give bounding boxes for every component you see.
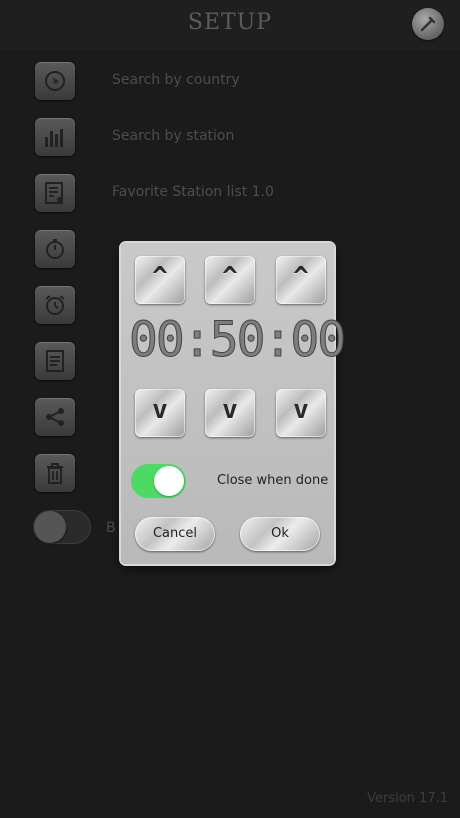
chevron-up-icon: ^ <box>293 262 309 292</box>
background-play-label: B <box>106 520 116 536</box>
ok-button-label: Ok <box>271 526 289 541</box>
menu-item-search-country[interactable]: Search by country <box>0 52 460 108</box>
document-icon <box>35 342 75 380</box>
seconds-down-button[interactable]: v <box>276 389 326 437</box>
chevron-up-icon: ^ <box>152 262 168 292</box>
ok-button[interactable]: Ok <box>240 517 320 551</box>
minutes-up-button[interactable]: ^ <box>205 256 255 304</box>
timer-icon <box>35 230 75 268</box>
globe-icon <box>35 62 75 100</box>
menu-item-search-station[interactable]: Search by station <box>0 108 460 164</box>
menu-item-label: Search by country <box>112 72 240 88</box>
background-play-toggle[interactable] <box>33 510 91 544</box>
chevron-down-icon: v <box>293 395 309 425</box>
menu-item-label: Favorite Station list 1.0 <box>112 184 274 200</box>
alarm-clock-icon <box>35 286 75 324</box>
close-when-done-label: Close when done <box>217 473 329 488</box>
cancel-button[interactable]: Cancel <box>135 517 215 551</box>
wrench-icon <box>420 16 436 32</box>
chevron-down-icon: v <box>222 395 238 425</box>
header-bar: SETUP <box>0 0 460 50</box>
settings-button[interactable] <box>412 8 444 40</box>
cancel-button-label: Cancel <box>152 526 198 541</box>
share-icon <box>35 398 75 436</box>
close-when-done-toggle[interactable] <box>131 464 186 498</box>
playlist-icon <box>35 174 75 212</box>
seconds-up-button[interactable]: ^ <box>276 256 326 304</box>
chevron-down-icon: v <box>152 395 168 425</box>
trash-icon <box>35 454 75 492</box>
equalizer-icon <box>35 118 75 156</box>
version-label: Version 17.1 <box>367 791 448 806</box>
hours-down-button[interactable]: v <box>135 389 185 437</box>
page-title: SETUP <box>187 10 273 35</box>
chevron-up-icon: ^ <box>222 262 238 292</box>
toggle-knob <box>34 511 66 543</box>
timer-display: 00:50:00 <box>129 312 347 368</box>
menu-item-favorites[interactable]: Favorite Station list 1.0 <box>0 164 460 220</box>
sleep-timer-dialog: ^ ^ ^ 00:50:00 v v v Close when done Can… <box>121 243 347 564</box>
menu-item-label: Search by station <box>112 128 235 144</box>
minutes-down-button[interactable]: v <box>205 389 255 437</box>
toggle-knob <box>154 466 184 496</box>
hours-up-button[interactable]: ^ <box>135 256 185 304</box>
